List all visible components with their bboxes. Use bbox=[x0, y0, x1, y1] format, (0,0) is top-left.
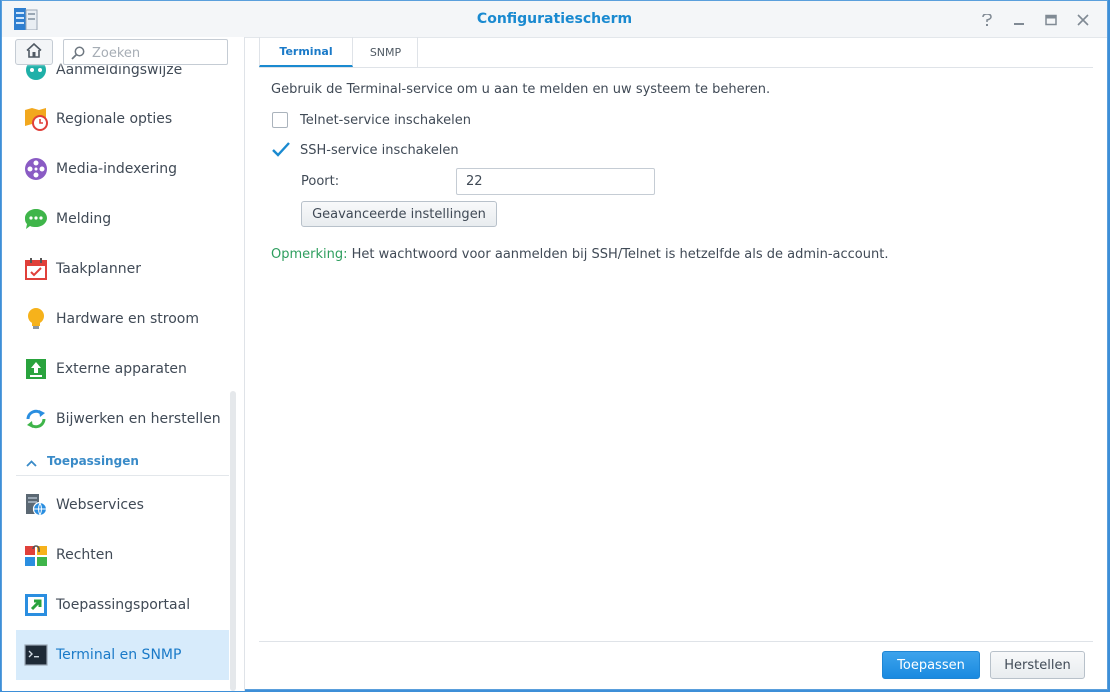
port-label: Poort: bbox=[301, 174, 340, 189]
media-indexing-icon bbox=[24, 157, 48, 181]
sidebar-item-task-scheduler[interactable]: Taakplanner bbox=[16, 244, 229, 294]
web-services-icon bbox=[24, 493, 48, 517]
sidebar-item-label: Media-indexering bbox=[56, 161, 177, 177]
sidebar-item-label: Webservices bbox=[56, 497, 144, 513]
sidebar-toolbar bbox=[2, 37, 244, 67]
task-scheduler-icon bbox=[24, 257, 48, 281]
help-icon[interactable] bbox=[975, 10, 999, 30]
tab-snmp[interactable]: SNMP bbox=[354, 37, 418, 67]
telnet-option[interactable]: Telnet-service inschakelen bbox=[272, 112, 471, 128]
close-icon[interactable] bbox=[1071, 10, 1095, 30]
sidebar-item-notification[interactable]: Melding bbox=[16, 194, 229, 244]
application-portal-icon bbox=[24, 593, 48, 617]
sidebar-item-media-indexing[interactable]: Media-indexering bbox=[16, 144, 229, 194]
external-devices-icon bbox=[24, 357, 48, 381]
sidebar-item-label: Rechten bbox=[56, 547, 114, 563]
note-text: Het wachtwoord voor aanmelden bij SSH/Te… bbox=[347, 247, 889, 262]
hardware-power-icon bbox=[24, 307, 48, 331]
tab-bar: Terminal SNMP bbox=[259, 37, 1093, 68]
tab-terminal[interactable]: Terminal bbox=[259, 37, 353, 67]
sidebar-item-regional-options[interactable]: Regionale opties bbox=[16, 94, 229, 144]
window-title: Configuratiescherm bbox=[476, 11, 633, 27]
sidebar: Aanmeldingswijze Regionale opties Media-… bbox=[2, 37, 245, 691]
title-bar: Configuratiescherm bbox=[2, 1, 1107, 38]
home-icon bbox=[26, 42, 42, 62]
search-box bbox=[63, 39, 228, 65]
home-button[interactable] bbox=[15, 39, 53, 65]
section-header-applications[interactable]: Toepassingen bbox=[16, 447, 229, 476]
footer-divider bbox=[259, 641, 1093, 642]
sidebar-item-application-portal[interactable]: Toepassingsportaal bbox=[16, 580, 229, 630]
search-input[interactable] bbox=[90, 43, 224, 63]
privileges-icon bbox=[24, 543, 48, 567]
terminal-description: Gebruik de Terminal-service om u aan te … bbox=[271, 82, 771, 97]
sidebar-item-terminal-snmp[interactable]: Terminal en SNMP bbox=[16, 630, 229, 680]
telnet-checkbox[interactable] bbox=[272, 112, 288, 128]
notification-icon bbox=[24, 207, 48, 231]
sidebar-item-label: Taakplanner bbox=[56, 261, 141, 277]
port-input[interactable] bbox=[456, 168, 655, 195]
sidebar-item-label: Externe apparaten bbox=[56, 361, 187, 377]
note-prefix: Opmerking: bbox=[271, 247, 348, 262]
apply-button[interactable]: Toepassen bbox=[882, 651, 980, 679]
control-panel-window: Configuratiescherm Aanmeldingswijze Regi… bbox=[1, 0, 1108, 691]
ssh-option[interactable]: SSH-service inschakelen bbox=[272, 142, 459, 158]
sidebar-item-web-services[interactable]: Webservices bbox=[16, 480, 229, 530]
section-header-label: Toepassingen bbox=[47, 454, 139, 468]
checkmark-icon bbox=[272, 142, 290, 157]
maximize-icon[interactable] bbox=[1039, 10, 1063, 30]
sidebar-item-external-devices[interactable]: Externe apparaten bbox=[16, 344, 229, 394]
sidebar-item-label: Bijwerken en herstellen bbox=[56, 411, 221, 427]
ssh-checkbox[interactable] bbox=[272, 142, 290, 158]
update-restore-icon bbox=[24, 407, 48, 431]
terminal-snmp-icon bbox=[24, 643, 48, 667]
note: Opmerking: Het wachtwoord voor aanmelden… bbox=[271, 247, 888, 262]
ssh-label: SSH-service inschakelen bbox=[300, 142, 459, 158]
telnet-label: Telnet-service inschakelen bbox=[300, 112, 471, 128]
sidebar-item-label: Hardware en stroom bbox=[56, 311, 199, 327]
sidebar-scrollbar[interactable] bbox=[230, 391, 236, 691]
regional-options-icon bbox=[24, 107, 48, 131]
sidebar-item-label: Regionale opties bbox=[56, 111, 173, 127]
sidebar-item-update-restore[interactable]: Bijwerken en herstellen bbox=[16, 394, 229, 444]
sidebar-item-label: Toepassingsportaal bbox=[56, 597, 191, 613]
sidebar-item-privileges[interactable]: Rechten bbox=[16, 530, 229, 580]
chevron-up-icon bbox=[26, 452, 37, 471]
sidebar-item-label: Terminal en SNMP bbox=[56, 647, 182, 663]
reset-button[interactable]: Herstellen bbox=[990, 651, 1085, 679]
search-icon bbox=[71, 45, 85, 64]
sidebar-item-label: Melding bbox=[56, 211, 112, 227]
main-content: Terminal SNMP Gebruik de Terminal-servic… bbox=[245, 37, 1107, 691]
sidebar-item-hardware-power[interactable]: Hardware en stroom bbox=[16, 294, 229, 344]
advanced-settings-button[interactable]: Geavanceerde instellingen bbox=[301, 201, 497, 227]
minimize-icon[interactable] bbox=[1007, 10, 1031, 30]
